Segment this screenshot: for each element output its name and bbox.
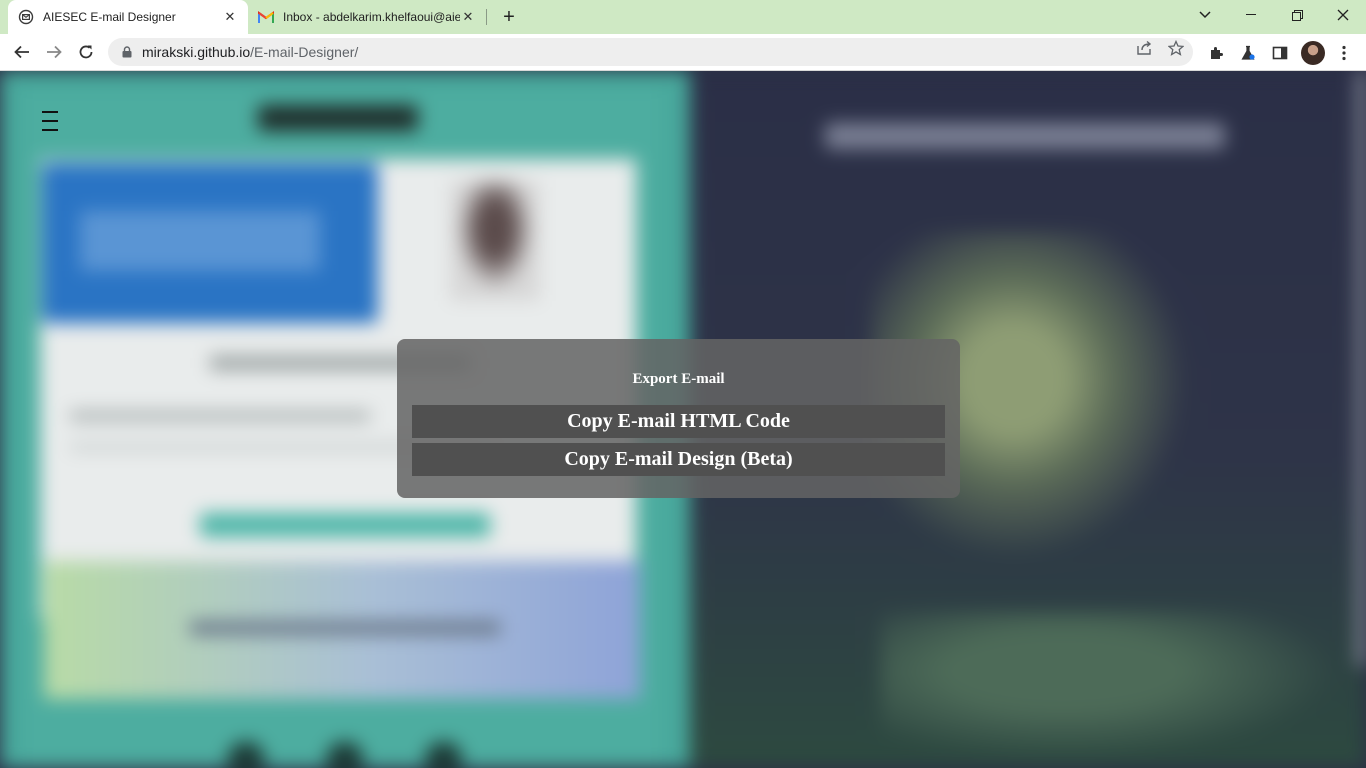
email-gradient-text [190,621,500,635]
export-dialog: Export E-mail Copy E-mail HTML Code Copy… [397,339,960,498]
tab-strip: AIESEC E-mail Designer ✕ Inbox - abdelka… [0,0,1366,34]
tab-separator [486,9,487,25]
tab-close-icon[interactable]: ✕ [460,9,476,25]
url-path: /E-mail-Designer/ [250,44,359,60]
email-banner-text [80,211,320,271]
close-window-icon[interactable] [1320,0,1366,30]
page-viewport: Export E-mail Copy E-mail HTML Code Copy… [0,71,1366,768]
designer-illustration-bottom [880,611,1340,761]
minimize-icon[interactable] [1228,0,1274,30]
browser-toolbar: mirakski.github.io/E-mail-Designer/ [0,34,1366,71]
gmail-favicon-icon [258,9,274,25]
extensions-puzzle-icon[interactable] [1205,42,1227,64]
copy-html-code-button[interactable]: Copy E-mail HTML Code [412,405,945,438]
reload-icon[interactable] [72,38,100,66]
share-icon[interactable] [1136,40,1152,56]
hamburger-icon[interactable] [42,111,58,131]
email-portrait-image [450,181,540,301]
restore-icon[interactable] [1274,0,1320,30]
tab-search-chevron-icon[interactable] [1182,0,1228,30]
tab-aiesec-email-designer[interactable]: AIESEC E-mail Designer ✕ [8,0,248,34]
menu-kebab-icon[interactable] [1333,42,1355,64]
address-bar[interactable]: mirakski.github.io/E-mail-Designer/ [108,38,1193,66]
copy-email-design-button[interactable]: Copy E-mail Design (Beta) [412,443,945,476]
lock-icon[interactable] [120,45,134,59]
labs-flask-icon[interactable] [1237,42,1259,64]
email-logo-placeholder [258,105,418,131]
back-arrow-icon[interactable] [8,38,36,66]
bookmark-star-icon[interactable] [1168,40,1184,56]
new-tab-icon[interactable]: + [498,6,520,28]
profile-avatar[interactable] [1301,41,1325,65]
side-panel-icon[interactable] [1269,42,1291,64]
forward-arrow-icon[interactable] [40,38,68,66]
page-scrollbar [1357,71,1366,666]
email-favicon-icon [18,9,34,25]
email-social-icons [220,736,480,768]
email-text-placeholder [70,411,370,421]
tab-gmail-inbox[interactable]: Inbox - abdelkarim.khelfaoui@aiesec ✕ [248,0,486,34]
tab-title: Inbox - abdelkarim.khelfaoui@aiesec [283,10,460,24]
email-cta-placeholder [200,513,490,537]
dialog-title: Export E-mail [632,371,725,387]
designer-title-placeholder [825,123,1225,149]
url-host: mirakski.github.io [142,44,251,60]
tab-title: AIESEC E-mail Designer [43,10,176,24]
tab-close-icon[interactable]: ✕ [222,9,238,25]
